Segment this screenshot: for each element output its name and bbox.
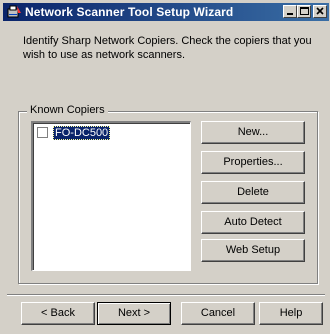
web-setup-button-label: Web Setup [225,244,281,256]
title-bar[interactable]: Network Scanner Tool Setup Wizard [3,3,329,21]
app-icon [6,4,22,20]
help-button[interactable]: Help [259,302,323,325]
maximize-icon[interactable] [297,5,311,18]
wizard-window: Network Scanner Tool Setup Wizard Identi… [0,0,330,334]
cancel-button[interactable]: Cancel [181,302,255,325]
properties-button[interactable]: Properties... [201,151,305,174]
close-icon[interactable] [313,5,327,18]
auto-detect-button-label: Auto Detect [224,216,282,228]
copier-checkbox[interactable] [37,127,48,138]
auto-detect-button[interactable]: Auto Detect [201,211,305,234]
divider [7,294,325,296]
minimize-icon[interactable] [283,5,297,18]
new-button[interactable]: New... [201,121,305,144]
delete-button[interactable]: Delete [201,181,305,204]
delete-button-label: Delete [237,186,269,198]
known-copiers-label: Known Copiers [27,104,108,116]
cancel-button-label: Cancel [200,307,236,319]
window-title: Network Scanner Tool Setup Wizard [25,5,234,19]
back-button[interactable]: < Back [21,302,95,325]
new-button-label: New... [237,126,269,138]
help-button-label: Help [279,307,303,319]
next-button[interactable]: Next > [97,302,171,325]
web-setup-button[interactable]: Web Setup [201,239,305,262]
properties-button-label: Properties... [223,156,283,168]
next-button-label: Next > [117,307,151,319]
instructions-text: Identify Sharp Network Copiers. Check th… [23,35,312,61]
copier-label[interactable]: FO-DC500 [53,126,111,140]
back-button-label: < Back [41,307,75,319]
copier-list[interactable]: FO-DC500 [31,121,191,271]
